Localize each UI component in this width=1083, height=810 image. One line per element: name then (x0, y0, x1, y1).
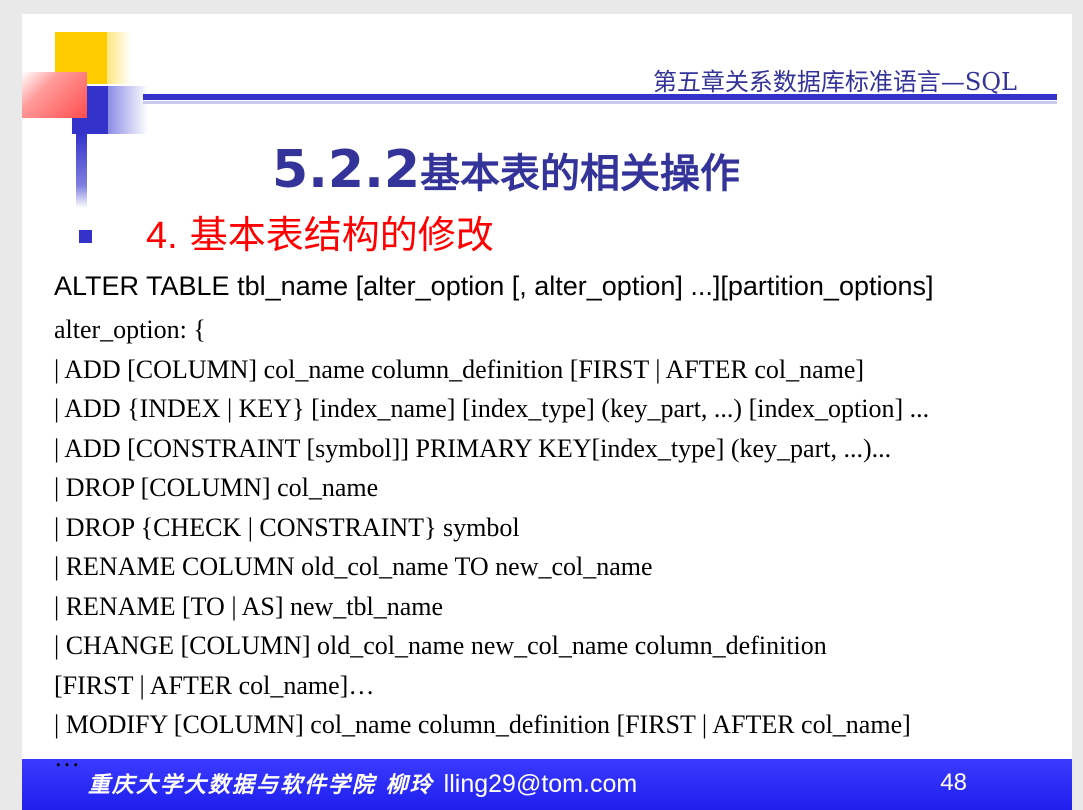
syntax-header: ALTER TABLE tbl_name [alter_option [, al… (54, 271, 934, 301)
footer-email: lling29@tom.com (443, 770, 638, 798)
header-rule-shadow (143, 101, 1057, 104)
code-line: | DROP [COLUMN] col_name (54, 473, 379, 502)
footer-credits: 重庆大学大数据与软件学院 柳玲 lling29@tom.com (88, 767, 637, 799)
code-line: | CHANGE [COLUMN] old_col_name new_col_n… (54, 631, 827, 660)
chapter-title: 第五章关系数据库标准语言—SQL (652, 68, 1017, 96)
subheading-text: 基本表结构的修改 (177, 213, 494, 257)
bullet-square-icon (79, 230, 92, 243)
subheading: 4. 基本表结构的修改 (146, 204, 494, 259)
slide: 第五章关系数据库标准语言—SQL 5.2.2基本表的相关操作 4. 基本表结构的… (22, 14, 1072, 810)
section-text: 基本表的相关操作 (420, 151, 741, 197)
code-line: | ADD [COLUMN] col_name column_definitio… (54, 354, 865, 384)
footer-bar: … 重庆大学大数据与软件学院 柳玲 lling29@tom.com 48 (22, 743, 1072, 810)
code-line: [FIRST | AFTER col_name]… (54, 670, 375, 700)
footer-organization: 重庆大学大数据与软件学院 柳玲 (88, 772, 434, 798)
code-line: alter_option: { (54, 315, 206, 344)
code-line: | DROP {CHECK | CONSTRAINT} symbol (54, 512, 520, 542)
code-line: | RENAME COLUMN old_col_name TO new_col_… (54, 552, 653, 581)
decor-vertical-bar (76, 134, 87, 208)
page-number: 48 (940, 769, 967, 796)
code-line: | ADD [CONSTRAINT [symbol]] PRIMARY KEY[… (54, 433, 892, 463)
code-line: | RENAME [TO | AS] new_tbl_name (54, 591, 444, 621)
decor-blue-fade (108, 86, 148, 134)
section-title: 5.2.2基本表的相关操作 (272, 140, 740, 213)
subheading-number: 4. (146, 215, 178, 257)
decor-red-square (22, 72, 87, 118)
section-number: 5.2.2 (272, 140, 421, 200)
code-line: | MODIFY [COLUMN] col_name column_defini… (54, 710, 911, 739)
decor-yellow-fade (107, 32, 131, 84)
code-line: | ADD {INDEX | KEY} [index_name] [index_… (54, 394, 930, 423)
code-continuation-ellipsis: … (54, 743, 80, 772)
alter-option-list: alter_option: { | ADD [COLUMN] col_name … (54, 310, 929, 745)
